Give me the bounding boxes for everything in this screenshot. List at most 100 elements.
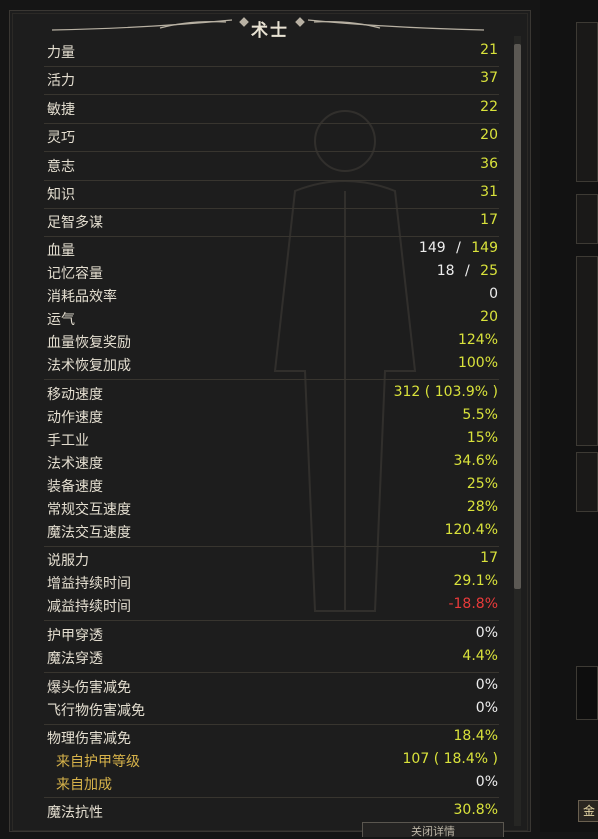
stat-row-physical-reduction: 物理伤害减免 18.4% — [0, 728, 498, 750]
class-title: 术士 — [251, 21, 289, 41]
stat-label: 血量 — [47, 243, 75, 259]
stat-label: 足智多谋 — [47, 215, 103, 231]
stat-label: 活力 — [47, 73, 75, 89]
stat-label: 运气 — [47, 312, 75, 328]
divider — [44, 123, 499, 124]
stat-row-armor-penetration: 护甲穿透 0% — [0, 625, 498, 647]
stat-value: 107 ( 18.4% ) — [402, 751, 498, 767]
stat-row-regular-interaction-speed: 常规交互速度 28% — [0, 499, 498, 521]
stat-row-spell-recovery-bonus: 法术恢复加成 100% — [0, 355, 498, 377]
stat-label: 物理伤害减免 — [47, 731, 131, 747]
stat-label: 动作速度 — [47, 410, 103, 426]
stat-row-move-speed: 移动速度 312 ( 103.9% ) — [0, 384, 498, 406]
divider — [44, 546, 499, 547]
stat-value: 149 / 149 — [419, 240, 498, 256]
stat-label: 减益持续时间 — [47, 599, 131, 615]
stat-value: 4.4% — [462, 648, 498, 664]
equipment-slot[interactable] — [576, 22, 598, 182]
equipment-slot[interactable] — [576, 194, 598, 244]
stat-value: 124% — [457, 332, 498, 348]
stat-row-memory-capacity: 记忆容量 18 / 25 — [0, 263, 498, 285]
stat-row-buff-duration: 增益持续时间 29.1% — [0, 573, 498, 595]
stat-value: -18.8% — [448, 596, 498, 612]
stat-label: 灵巧 — [47, 130, 75, 146]
stat-row-action-speed: 动作速度 5.5% — [0, 407, 498, 429]
gold-tab[interactable]: 金 — [578, 800, 598, 822]
divider — [44, 672, 499, 673]
side-panel — [540, 0, 598, 832]
stat-row-headshot-reduction: 爆头伤害减免 0% — [0, 677, 498, 699]
memory-current: 18 — [436, 263, 455, 279]
stat-value: 15% — [466, 430, 498, 446]
divider — [44, 379, 499, 380]
stat-label: 法术恢复加成 — [47, 358, 131, 374]
stat-row-resourcefulness: 足智多谋 17 — [0, 212, 498, 234]
stat-sublabel: 来自加成 — [56, 777, 112, 793]
stat-value: 312 ( 103.9% ) — [393, 384, 498, 400]
stat-value: 18 / 25 — [437, 263, 498, 279]
equipment-slot[interactable] — [576, 452, 598, 512]
stat-value: 37 — [480, 70, 498, 86]
stat-row-projectile-reduction: 飞行物伤害减免 0% — [0, 700, 498, 722]
stat-row-equip-speed: 装备速度 25% — [0, 476, 498, 498]
stat-row-health-recovery-bonus: 血量恢复奖励 124% — [0, 332, 498, 354]
stat-row-crafting: 手工业 15% — [0, 430, 498, 452]
stat-value: 29.1% — [453, 573, 498, 589]
divider — [44, 151, 499, 152]
stat-label: 法术速度 — [47, 456, 103, 472]
stat-label: 飞行物伤害减免 — [47, 703, 145, 719]
stat-label: 意志 — [47, 159, 75, 175]
stat-value: 20 — [480, 127, 498, 143]
stat-label: 消耗品效率 — [47, 289, 117, 305]
stat-value: 20 — [480, 309, 498, 325]
stat-row-debuff-duration: 减益持续时间 -18.8% — [0, 596, 498, 618]
stat-value: 0% — [475, 700, 498, 716]
stat-row-will: 意志 36 — [0, 156, 498, 178]
stat-label: 记忆容量 — [47, 266, 103, 282]
stat-label: 知识 — [47, 187, 75, 203]
stat-row-luck: 运气 20 — [0, 309, 498, 331]
stat-value: 30.8% — [453, 802, 498, 818]
stat-label: 说服力 — [47, 553, 89, 569]
stat-value: 36 — [480, 156, 498, 172]
close-details-button[interactable]: 关闭详情 — [362, 822, 504, 838]
stat-row-strength: 力量 21 — [0, 42, 498, 64]
stat-label: 敏捷 — [47, 102, 75, 118]
scrollbar-thumb[interactable] — [514, 44, 521, 589]
stat-value: 5.5% — [462, 407, 498, 423]
divider — [44, 208, 499, 209]
stat-value: 18.4% — [453, 728, 498, 744]
stat-value: 100% — [457, 355, 498, 371]
health-max: 149 — [471, 240, 498, 256]
stat-value: 22 — [480, 99, 498, 115]
stat-label: 爆头伤害减免 — [47, 680, 131, 696]
health-separator: / — [456, 240, 461, 256]
stat-row-spell-speed: 法术速度 34.6% — [0, 453, 498, 475]
divider — [44, 236, 499, 237]
equipment-slot[interactable] — [576, 666, 598, 720]
stat-value: 17 — [480, 212, 498, 228]
stat-label: 魔法交互速度 — [47, 525, 131, 541]
stat-value: 21 — [480, 42, 498, 58]
stat-label: 护甲穿透 — [47, 628, 103, 644]
stat-row-consumable-efficiency: 消耗品效率 0 — [0, 286, 498, 308]
memory-max: 25 — [480, 263, 498, 279]
stat-row-magic-resistance: 魔法抗性 30.8% — [0, 802, 498, 824]
stat-value: 120.4% — [444, 522, 498, 538]
stat-label: 增益持续时间 — [47, 576, 131, 592]
divider — [44, 620, 499, 621]
equipment-slot[interactable] — [576, 256, 598, 446]
divider — [44, 180, 499, 181]
memory-separator: / — [465, 263, 470, 279]
stat-row-magic-interaction-speed: 魔法交互速度 120.4% — [0, 522, 498, 544]
health-current: 149 — [418, 240, 446, 256]
divider — [44, 797, 499, 798]
stat-label: 装备速度 — [47, 479, 103, 495]
stat-value: 34.6% — [453, 453, 498, 469]
divider — [44, 94, 499, 95]
stat-value: 0% — [475, 625, 498, 641]
stat-value: 0% — [475, 677, 498, 693]
stat-value: 0% — [475, 774, 498, 790]
stat-label: 手工业 — [47, 433, 89, 449]
stat-label: 魔法抗性 — [47, 805, 103, 821]
